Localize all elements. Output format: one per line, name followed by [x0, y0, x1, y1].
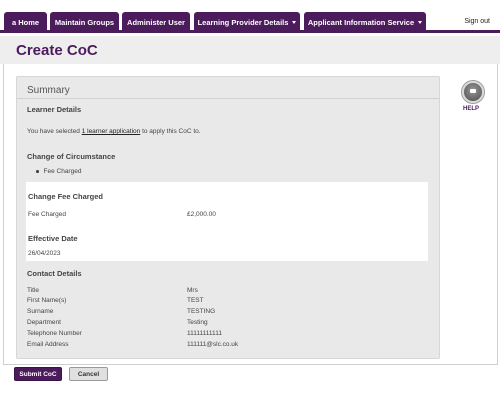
contact-value: Testing — [187, 319, 208, 326]
fee-value: £2,000.00 — [187, 211, 216, 218]
help-label[interactable]: HELP — [463, 106, 479, 112]
tab-home-label: a Home — [11, 18, 40, 27]
contact-label: Department — [27, 319, 61, 326]
summary-divider — [17, 98, 439, 99]
learner-details-heading: Learner Details — [27, 105, 82, 114]
tab-learning-provider-details-label: Learning Provider Details — [197, 18, 289, 27]
cancel-button[interactable]: Cancel — [69, 367, 108, 381]
summary-panel: Summary Learner Details You have selecte… — [16, 76, 440, 359]
summary-title: Summary — [27, 85, 70, 96]
contact-value: TESTING — [187, 308, 216, 315]
contact-value: Mrs — [187, 287, 198, 294]
contact-value: 111111@slc.co.uk — [187, 341, 239, 348]
effective-date-heading: Effective Date — [28, 234, 78, 243]
tab-maintain-groups-label: Maintain Groups — [54, 18, 115, 27]
submit-coc-button[interactable]: Submit CoC — [14, 367, 62, 381]
contact-label: First Name(s) — [27, 297, 67, 304]
learner-application-link[interactable]: 1 learner application — [82, 128, 141, 135]
contact-label: Title — [27, 287, 40, 294]
fee-details-box: Change Fee Charged Fee Charged £2,000.00… — [26, 182, 428, 261]
chevron-down-icon — [418, 21, 423, 24]
contact-label: Email Address — [27, 341, 69, 348]
contact-label: Telephone Number — [27, 330, 82, 337]
tab-administer-user-label: Administer User — [127, 18, 185, 27]
tab-home[interactable]: a Home — [4, 12, 47, 33]
contact-value: 11111111111 — [187, 330, 222, 337]
contact-label: Surname — [27, 308, 54, 315]
tab-applicant-information-service-label: Applicant Information Service — [307, 18, 415, 27]
tab-applicant-information-service[interactable]: Applicant Information Service — [304, 12, 426, 33]
coc-item-label: Fee Charged — [43, 168, 82, 175]
tab-maintain-groups[interactable]: Maintain Groups — [50, 12, 119, 33]
top-nav: a Home Maintain Groups Administer User L… — [0, 0, 500, 33]
coc-heading: Change of Circumstance — [27, 152, 116, 161]
selected-prefix: You have selected — [27, 128, 80, 135]
effective-date-value: 26/04/2023 — [28, 250, 61, 257]
page-title: Create CoC — [16, 42, 98, 59]
tab-administer-user[interactable]: Administer User — [122, 12, 190, 33]
tab-learning-provider-details[interactable]: Learning Provider Details — [194, 12, 300, 33]
fee-label: Fee Charged — [28, 211, 66, 218]
help-icon[interactable] — [462, 81, 484, 103]
selected-learners-text: You have selected 1 learner application … — [27, 128, 201, 135]
bullet-icon — [36, 170, 39, 173]
selected-suffix: to apply this CoC to. — [142, 128, 201, 135]
chevron-down-icon — [292, 21, 297, 24]
contact-details-heading: Contact Details — [27, 269, 82, 278]
coc-list-item: Fee Charged — [36, 168, 81, 175]
sign-out-link[interactable]: Sign out — [464, 18, 490, 25]
fee-heading: Change Fee Charged — [28, 192, 104, 201]
contact-value: TEST — [187, 297, 204, 304]
